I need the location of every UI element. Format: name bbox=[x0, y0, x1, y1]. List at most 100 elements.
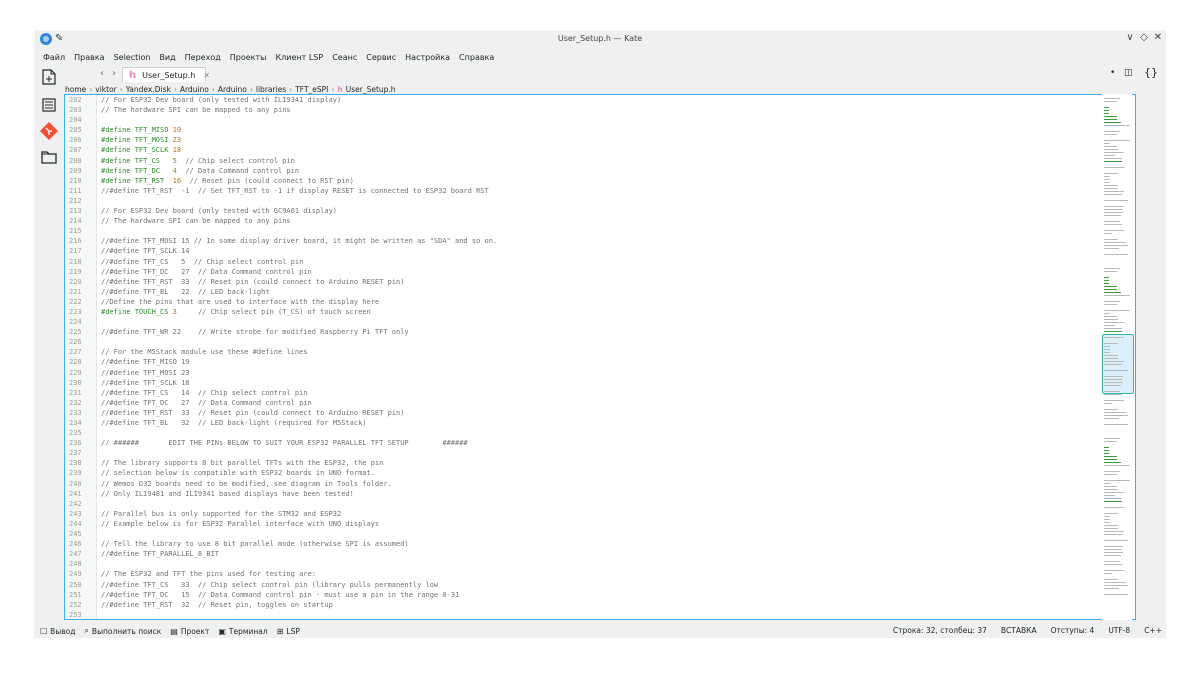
terminal-button[interactable]: ▣ Терминал bbox=[218, 627, 267, 636]
code-line[interactable]: 210 #define TFT_RST 16 // Reset pin (coul… bbox=[65, 176, 1135, 186]
code-line[interactable]: 222 //Define the pins that are used to in… bbox=[65, 297, 1135, 307]
forward-icon[interactable]: › bbox=[112, 68, 116, 79]
menu-selection[interactable]: Selection bbox=[114, 53, 151, 62]
code-line[interactable]: 212 bbox=[65, 196, 1135, 206]
cursor-position[interactable]: Строка: 32, столбец: 37 bbox=[893, 626, 987, 635]
code-text: //#define TFT_DC 27 // Data Command cont… bbox=[101, 398, 312, 407]
code-line[interactable]: 252 //#define TFT_RST 32 // Reset pin, to… bbox=[65, 600, 1135, 610]
code-line[interactable]: 217 //#define TFT_SCLK 14 bbox=[65, 246, 1135, 256]
code-line[interactable]: 250 //#define TFT_CS 33 // Chip select co… bbox=[65, 580, 1135, 590]
menu-file[interactable]: Файл bbox=[43, 53, 65, 62]
new-document-icon[interactable] bbox=[40, 68, 58, 86]
code-line[interactable]: 240 // Wemos D32 boards need to be modifi… bbox=[65, 479, 1135, 489]
code-line[interactable]: 218 //#define TFT_CS 5 // Chip select con… bbox=[65, 257, 1135, 267]
code-line[interactable]: 241 // Only ILI9481 and ILI9341 based dis… bbox=[65, 489, 1135, 499]
encoding[interactable]: UTF-8 bbox=[1108, 626, 1130, 635]
code-line[interactable]: 239 // selection below is compatible with… bbox=[65, 468, 1135, 478]
project-button[interactable]: ▤ Проект bbox=[170, 627, 209, 636]
code-line[interactable]: 228 //#define TFT_MISO 19 bbox=[65, 357, 1135, 367]
code-line[interactable]: 233 //#define TFT_RST 33 // Reset pin (co… bbox=[65, 408, 1135, 418]
code-line[interactable]: 247 //#define TFT_PARALLEL_8_BIT bbox=[65, 549, 1135, 559]
code-line[interactable]: 231 //#define TFT_CS 14 // Chip select co… bbox=[65, 388, 1135, 398]
code-line[interactable]: 227 // For the M5Stack module use these #… bbox=[65, 347, 1135, 357]
code-line[interactable]: 238 // The library supports 8 bit paralle… bbox=[65, 458, 1135, 468]
code-line[interactable]: 203 // The hardware SPI can be mapped to … bbox=[65, 105, 1135, 115]
menu-view[interactable]: Вид bbox=[159, 53, 175, 62]
breadcrumb-file[interactable]: User_Setup.h bbox=[346, 85, 396, 94]
document-list-icon[interactable] bbox=[40, 96, 58, 114]
back-icon[interactable]: ‹ bbox=[100, 68, 104, 79]
code-line[interactable]: 244 // Example below is for ESP32 Paralle… bbox=[65, 519, 1135, 529]
code-line[interactable]: 225 //#define TFT_WR 22 // Write strobe f… bbox=[65, 327, 1135, 337]
code-line[interactable]: 215 bbox=[65, 226, 1135, 236]
line-number: 230 bbox=[69, 378, 82, 387]
code-line[interactable]: 216 //#define TFT_MOSI 15 // In some disp… bbox=[65, 236, 1135, 246]
maximize-icon[interactable]: ◇ bbox=[1138, 32, 1150, 43]
breadcrumb-arduino-2[interactable]: Arduino bbox=[218, 85, 247, 94]
code-line[interactable]: 208 #define TFT_CS 5 // Chip select contr… bbox=[65, 156, 1135, 166]
git-icon[interactable] bbox=[40, 122, 58, 140]
code-line[interactable]: 236 // ###### EDIT THE PINs BELOW TO SUIT… bbox=[65, 438, 1135, 448]
code-line[interactable]: 232 //#define TFT_DC 27 // Data Command c… bbox=[65, 398, 1135, 408]
code-editor[interactable]: 202 // For ESP32 Dev board (only tested w… bbox=[64, 94, 1136, 620]
code-line[interactable]: 224 bbox=[65, 317, 1135, 327]
tab-user-setup[interactable]: h User_Setup.h ✕ bbox=[122, 67, 210, 82]
output-button[interactable]: ☐ Вывод bbox=[40, 627, 75, 636]
breadcrumb-tft-espi[interactable]: TFT_eSPI bbox=[295, 85, 328, 94]
code-line[interactable]: 245 bbox=[65, 529, 1135, 539]
close-window-icon[interactable]: ✕ bbox=[1152, 32, 1164, 43]
code-line[interactable]: 221 //#define TFT_BL 22 // LED back-light bbox=[65, 287, 1135, 297]
code-line[interactable]: 242 bbox=[65, 499, 1135, 509]
breadcrumb-yandex-disk[interactable]: Yandex.Disk bbox=[126, 85, 171, 94]
minimap[interactable] bbox=[1102, 94, 1134, 620]
menu-lsp-client[interactable]: Клиент LSP bbox=[275, 53, 323, 62]
menu-tools[interactable]: Сервис bbox=[366, 53, 396, 62]
code-line[interactable]: 204 bbox=[65, 115, 1135, 125]
code-line[interactable]: 243 // Parallel bus is only supported for… bbox=[65, 509, 1135, 519]
code-outline-icon[interactable]: {} bbox=[1144, 66, 1158, 79]
code-line[interactable]: 219 //#define TFT_DC 27 // Data Command c… bbox=[65, 267, 1135, 277]
code-line[interactable]: 246 // Tell the library to use 8 bit para… bbox=[65, 539, 1135, 549]
menu-go[interactable]: Переход bbox=[185, 53, 221, 62]
lsp-button[interactable]: ⊞ LSP bbox=[277, 627, 300, 636]
menu-settings[interactable]: Настройка bbox=[405, 53, 450, 62]
syntax-mode[interactable]: C++ bbox=[1144, 626, 1162, 635]
tab-close-icon[interactable]: ✕ bbox=[203, 71, 210, 80]
menu-projects[interactable]: Проекты bbox=[230, 53, 267, 62]
code-line[interactable]: 207 #define TFT_SCLK 18 bbox=[65, 145, 1135, 155]
folder-icon[interactable] bbox=[40, 148, 58, 166]
code-line[interactable]: 202 // For ESP32 Dev board (only tested w… bbox=[65, 95, 1135, 105]
menu-session[interactable]: Сеанс bbox=[332, 53, 357, 62]
code-line[interactable]: 205 #define TFT_MISO 19 bbox=[65, 125, 1135, 135]
split-view-icon[interactable]: ◫ bbox=[1124, 68, 1133, 78]
code-line[interactable]: 229 //#define TFT_MOSI 23 bbox=[65, 368, 1135, 378]
minimize-icon[interactable]: ∨ bbox=[1124, 32, 1136, 43]
code-line[interactable]: 237 bbox=[65, 448, 1135, 458]
code-line[interactable]: 220 //#define TFT_RST 33 // Reset pin (co… bbox=[65, 277, 1135, 287]
code-line[interactable]: 206 #define TFT_MOSI 23 bbox=[65, 135, 1135, 145]
breadcrumb-libraries[interactable]: libraries bbox=[256, 85, 286, 94]
code-line[interactable]: 253 bbox=[65, 610, 1135, 619]
breadcrumb-home[interactable]: home bbox=[65, 85, 86, 94]
code-line[interactable]: 209 #define TFT_DC 4 // Data Command cont… bbox=[65, 166, 1135, 176]
code-line[interactable]: 234 //#define TFT_BL 32 // LED back-light… bbox=[65, 418, 1135, 428]
code-line[interactable]: 248 bbox=[65, 559, 1135, 569]
code-line[interactable]: 214 // The hardware SPI can be mapped to … bbox=[65, 216, 1135, 226]
minimap-line bbox=[1104, 489, 1118, 490]
search-button[interactable]: ⌕ Выполнить поиск bbox=[84, 626, 161, 636]
line-number: 219 bbox=[69, 267, 82, 276]
indentation-setting[interactable]: Отступы: 4 bbox=[1051, 626, 1095, 635]
code-line[interactable]: 226 bbox=[65, 337, 1135, 347]
code-line[interactable]: 230 //#define TFT_SCLK 18 bbox=[65, 378, 1135, 388]
code-line[interactable]: 211 //#define TFT_RST -1 // Set TFT_RST t… bbox=[65, 186, 1135, 196]
code-line[interactable]: 251 //#define TFT_DC 15 // Data Command c… bbox=[65, 590, 1135, 600]
code-line[interactable]: 223 #define TOUCH_CS 3 // Chip select pin… bbox=[65, 307, 1135, 317]
code-line[interactable]: 213 // For ESP32 Dev board (only tested w… bbox=[65, 206, 1135, 216]
breadcrumb-viktor[interactable]: viktor bbox=[95, 85, 116, 94]
code-line[interactable]: 249 // The ESP32 and TFT the pins used fo… bbox=[65, 569, 1135, 579]
menu-help[interactable]: Справка bbox=[459, 53, 494, 62]
code-line[interactable]: 235 bbox=[65, 428, 1135, 438]
breadcrumb-arduino[interactable]: Arduino bbox=[180, 85, 209, 94]
input-mode[interactable]: ВСТАВКА bbox=[1001, 626, 1037, 635]
menu-edit[interactable]: Правка bbox=[74, 53, 104, 62]
